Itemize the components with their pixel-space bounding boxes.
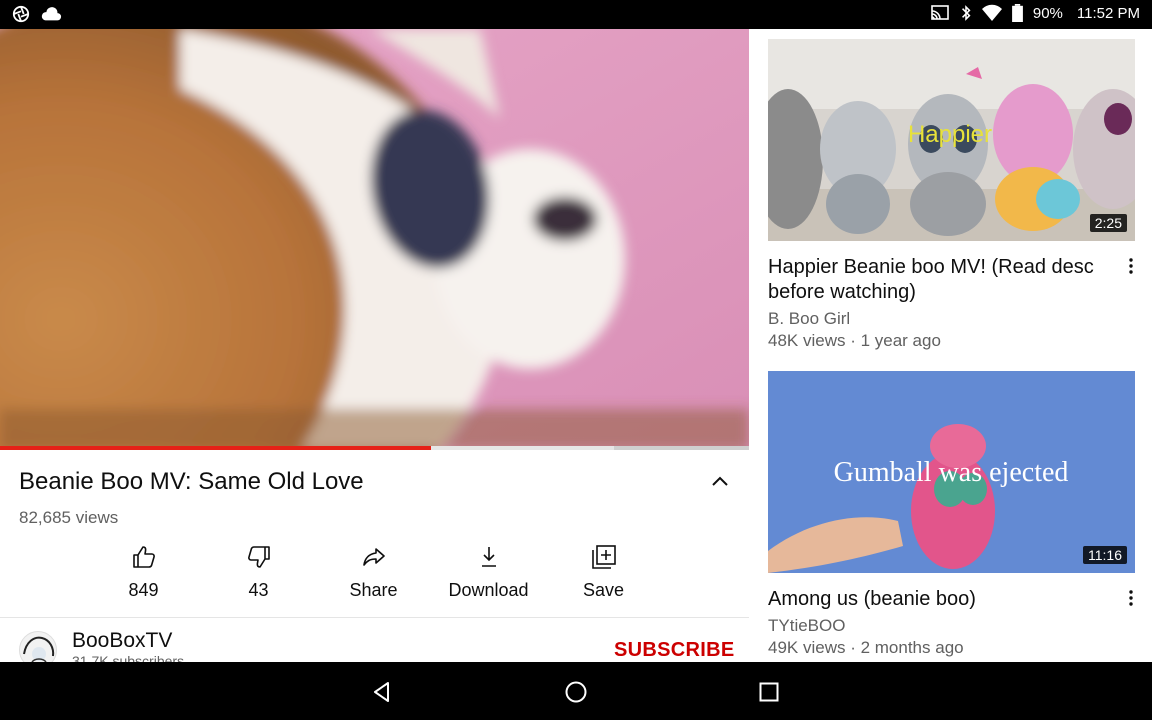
thumbnail-caption: Gumball was ejected xyxy=(834,457,1069,488)
video-thumbnail[interactable]: Gumball was ejected 11:16 xyxy=(768,371,1135,573)
suggested-video-card[interactable]: Gumball was ejected 11:16 Among us (bean… xyxy=(768,371,1135,659)
video-player[interactable] xyxy=(0,29,749,450)
home-icon[interactable] xyxy=(564,680,588,704)
thumbnail-caption: Happier xyxy=(908,121,992,148)
clock: 11:52 PM xyxy=(1076,4,1140,22)
bluetooth-icon xyxy=(961,5,971,21)
divider xyxy=(0,617,749,618)
thumbnail-image: Gumball was ejected xyxy=(768,371,1135,573)
video-thumbnail[interactable]: Happier 2:25 xyxy=(768,39,1135,241)
video-title[interactable]: Beanie Boo MV: Same Old Love xyxy=(19,468,364,496)
channel-avatar[interactable] xyxy=(19,631,57,662)
cloud-icon xyxy=(41,7,62,21)
share-button[interactable]: Share xyxy=(316,544,431,601)
suggested-videos: Happier 2:25 Happier Beanie boo MV! (Rea… xyxy=(749,29,1152,662)
chevron-up-icon[interactable] xyxy=(706,468,734,496)
share-icon xyxy=(362,548,385,566)
battery-percent: 90% xyxy=(1032,4,1063,22)
thumbnail-image: Happier xyxy=(768,39,1135,241)
more-options-icon[interactable] xyxy=(1123,587,1139,609)
suggested-video-title[interactable]: Happier Beanie boo MV! (Read desc before… xyxy=(768,255,1098,305)
action-bar: 849 43 Share Download Save xyxy=(86,544,661,601)
save-playlist-icon xyxy=(591,545,616,569)
view-count: 82,685 views xyxy=(19,508,119,527)
more-options-icon[interactable] xyxy=(1123,255,1139,277)
like-button[interactable]: 849 xyxy=(86,544,201,601)
suggested-video-channel: TYtieBOO xyxy=(768,616,846,635)
save-label: Save xyxy=(582,580,625,600)
battery-icon xyxy=(1011,4,1023,22)
video-info: Beanie Boo MV: Same Old Love 82,685 view… xyxy=(0,450,749,662)
like-count: 849 xyxy=(128,580,159,600)
wifi-icon xyxy=(981,4,1002,22)
youtube-watch-page: Beanie Boo MV: Same Old Love 82,685 view… xyxy=(0,29,1152,662)
thumbs-down-icon xyxy=(247,546,270,568)
suggested-video-channel: B. Boo Girl xyxy=(768,309,851,328)
suggested-video-card[interactable]: Happier 2:25 Happier Beanie boo MV! (Rea… xyxy=(768,39,1135,352)
share-label: Share xyxy=(349,580,398,600)
download-label: Download xyxy=(448,580,529,600)
suggested-video-meta: 48K views · 1 year ago xyxy=(768,331,941,350)
dislike-button[interactable]: 43 xyxy=(201,544,316,601)
dislike-count: 43 xyxy=(248,580,269,600)
save-button[interactable]: Save xyxy=(546,544,661,601)
download-button[interactable]: Download xyxy=(431,544,546,601)
status-bar: 90% 11:52 PM xyxy=(0,0,1152,29)
suggested-video-title[interactable]: Among us (beanie boo) xyxy=(768,587,1098,612)
subscribe-button[interactable]: SUBSCRIBE xyxy=(614,639,735,662)
video-duration: 2:25 xyxy=(1089,214,1127,232)
download-icon xyxy=(481,547,496,567)
subscriber-count: 31.7K subscribers xyxy=(72,653,185,662)
aperture-icon xyxy=(12,5,30,23)
channel-name[interactable]: BooBoxTV xyxy=(72,629,172,653)
video-frame xyxy=(0,29,749,450)
thumbs-up-icon xyxy=(132,546,155,568)
video-duration: 11:16 xyxy=(1083,546,1127,564)
system-nav-bar xyxy=(0,662,1152,720)
avatar-image xyxy=(23,636,55,662)
back-icon[interactable] xyxy=(370,680,394,704)
cast-icon xyxy=(931,5,949,20)
suggested-video-meta: 49K views · 2 months ago xyxy=(768,638,964,657)
recents-icon[interactable] xyxy=(757,680,781,704)
